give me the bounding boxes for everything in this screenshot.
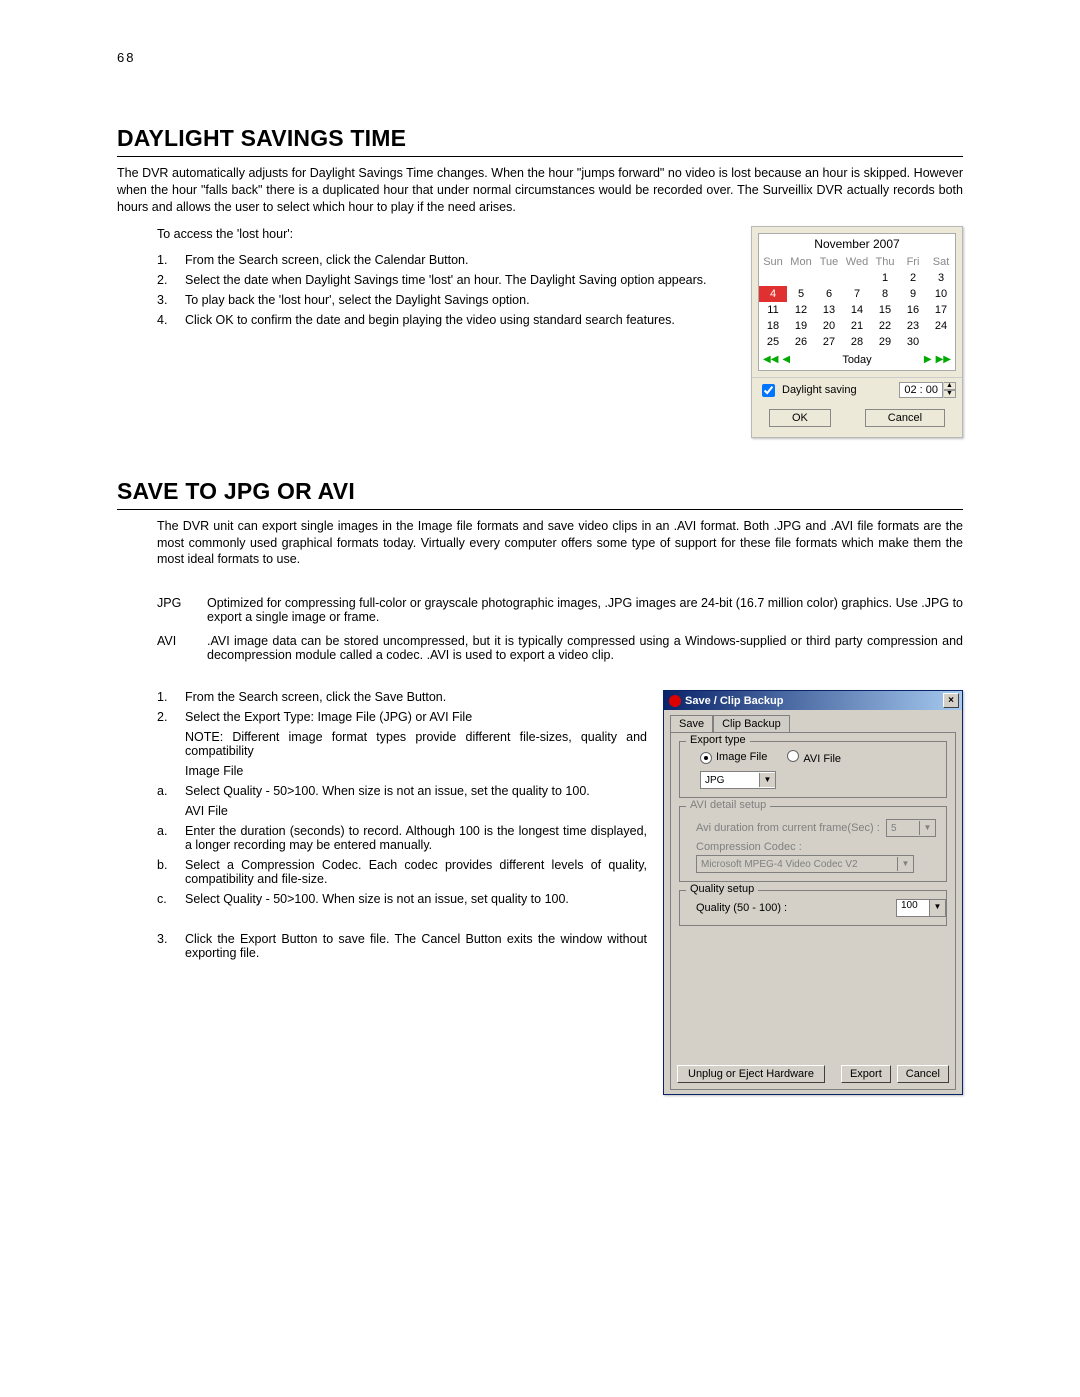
dialog-title: Save / Clip Backup: [685, 695, 783, 707]
dialog-icon: [669, 695, 681, 707]
radio-image-file[interactable]: Image File: [700, 751, 767, 764]
avi-b: Select a Compression Codec. Each codec p…: [185, 858, 647, 886]
calendar-next-month-icon[interactable]: ▶: [924, 354, 932, 365]
jpg-label: JPG: [157, 596, 207, 624]
image-file-label: Image File: [185, 764, 647, 778]
calendar-next-year-icon[interactable]: ▶▶: [936, 354, 951, 365]
avi-duration-label: Avi duration from current frame(Sec) :: [696, 822, 880, 834]
avi-label: AVI: [157, 634, 207, 662]
radio-avi-file[interactable]: AVI File: [787, 750, 841, 765]
avi-codec-dropdown: Microsoft MPEG-4 Video Codec V2 ▼: [696, 855, 914, 873]
calendar-prev-year-icon[interactable]: ◀◀: [763, 354, 778, 365]
tab-save[interactable]: Save: [670, 715, 713, 733]
save-dialog: Save / Clip Backup × Save Clip Backup Ex…: [663, 690, 963, 1095]
calendar-today-button[interactable]: Today: [790, 354, 924, 366]
tab-clip-backup[interactable]: Clip Backup: [713, 715, 790, 733]
jpg-def: Optimized for compressing full-color or …: [207, 596, 963, 624]
avi-group-label: AVI detail setup: [686, 799, 770, 811]
quality-label: Quality (50 - 100) :: [696, 902, 787, 914]
export-type-label: Export type: [686, 734, 750, 746]
intro-1: The DVR automatically adjusts for Daylig…: [117, 165, 963, 216]
s2-note: NOTE: Different image format types provi…: [185, 730, 647, 758]
time-spinner[interactable]: ▲▼: [943, 382, 956, 398]
s1-step1: From the Search screen, click the Calend…: [185, 253, 735, 267]
close-icon[interactable]: ×: [943, 693, 959, 708]
chevron-down-icon[interactable]: ▼: [759, 773, 775, 787]
avi-file-label: AVI File: [185, 804, 647, 818]
daylight-checkbox[interactable]: Daylight saving: [758, 381, 857, 400]
s2-step2: Select the Export Type: Image File (JPG)…: [185, 710, 647, 724]
s1-step4: Click OK to confirm the date and begin p…: [185, 313, 735, 327]
chevron-down-icon[interactable]: ▼: [929, 900, 945, 916]
s1-step2: Select the date when Daylight Savings ti…: [185, 273, 735, 287]
unplug-button[interactable]: Unplug or Eject Hardware: [677, 1065, 825, 1083]
quality-group-label: Quality setup: [686, 883, 758, 895]
quality-dropdown[interactable]: 100 ▼: [896, 899, 946, 917]
export-button[interactable]: Export: [841, 1065, 891, 1083]
s2-step1: From the Search screen, click the Save B…: [185, 690, 647, 704]
format-dropdown[interactable]: JPG ▼: [700, 771, 776, 789]
intro-2: The DVR unit can export single images in…: [157, 518, 963, 569]
s1-step3: To play back the 'lost hour', select the…: [185, 293, 735, 307]
calendar-selected-day[interactable]: 4: [759, 286, 787, 302]
avi-duration-dropdown: 5 ▼: [886, 819, 936, 837]
s2-step3: Click the Export Button to save file. Th…: [185, 932, 647, 960]
access-line: To access the 'lost hour':: [157, 226, 735, 243]
avi-c: Select Quality - 50>100. When size is no…: [185, 892, 647, 906]
daylight-label: Daylight saving: [782, 384, 857, 396]
calendar-ok-button[interactable]: OK: [769, 409, 831, 427]
heading-daylight: DAYLIGHT SAVINGS TIME: [117, 125, 963, 157]
calendar-widget: November 2007 Sun Mon Tue Wed Thu Fri Sa…: [751, 226, 963, 438]
calendar-prev-month-icon[interactable]: ◀: [782, 354, 790, 365]
img-a: Select Quality - 50>100. When size is no…: [185, 784, 647, 798]
page-number: 68: [117, 50, 963, 65]
avi-def: .AVI image data can be stored uncompress…: [207, 634, 963, 662]
avi-codec-label: Compression Codec :: [696, 841, 936, 853]
avi-a: Enter the duration (seconds) to record. …: [185, 824, 647, 852]
cancel-button[interactable]: Cancel: [897, 1065, 949, 1083]
calendar-cancel-button[interactable]: Cancel: [865, 409, 945, 427]
daylight-time-field[interactable]: 02 : 00: [899, 382, 943, 398]
heading-save: SAVE TO JPG OR AVI: [117, 478, 963, 510]
calendar-month: November 2007: [759, 234, 955, 254]
